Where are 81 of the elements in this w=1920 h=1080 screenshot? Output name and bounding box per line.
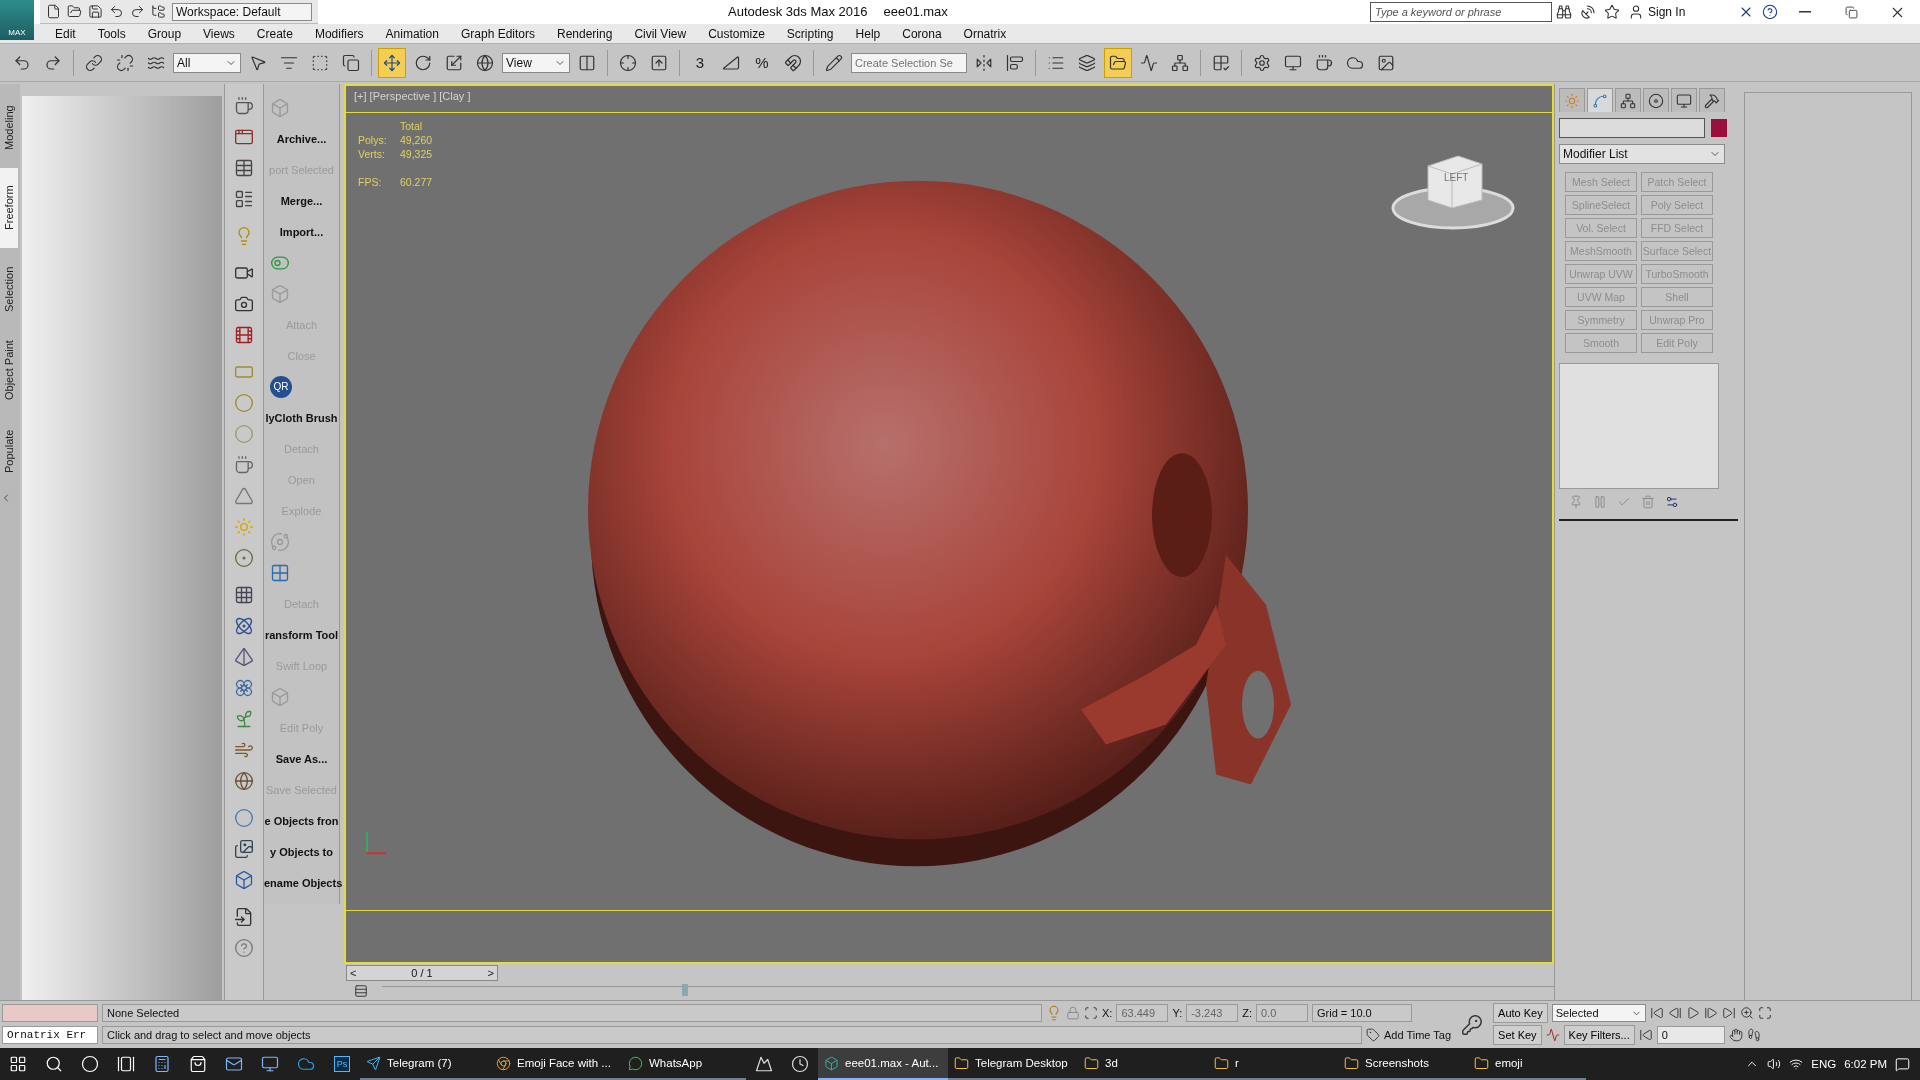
script-button[interactable]: Merge... — [264, 185, 339, 216]
menu-item[interactable]: Group — [136, 23, 193, 44]
taskbar-item[interactable]: 3d — [1078, 1048, 1208, 1080]
menu-item[interactable]: Rendering — [546, 23, 624, 44]
script-button[interactable]: Save As... — [264, 743, 339, 774]
file-name: eee01.max — [883, 4, 948, 19]
script-button[interactable]: y Objects to — [264, 836, 339, 867]
auto-key-button[interactable]: Auto Key — [1493, 1003, 1548, 1023]
stat-value: 49,260 — [400, 134, 433, 146]
script-button[interactable]: Archive... — [264, 123, 339, 154]
window-title: Autodesk 3ds Max 2016 — [728, 4, 868, 19]
grid-readout: Grid = 10.0 — [1312, 1004, 1412, 1022]
viewcube-label: LEFT — [1444, 172, 1469, 183]
key-mode-dropdown[interactable]: Selected — [1551, 1004, 1646, 1022]
frame-field[interactable]: 0 — [1656, 1026, 1725, 1044]
menu-item[interactable]: Edit — [44, 23, 87, 44]
taskbar-item[interactable]: Telegram (7) — [360, 1048, 490, 1080]
fps-label: FPS: — [358, 176, 383, 188]
add-time-tag-label[interactable]: Add Time Tag — [1384, 1029, 1452, 1041]
menu-item[interactable]: Scripting — [775, 23, 845, 44]
stat-value: 49,325 — [400, 148, 433, 160]
taskbar-item[interactable]: r — [1208, 1048, 1338, 1080]
frame-counter: 0 / 1 — [411, 967, 433, 979]
y-label: Y: — [1172, 1007, 1183, 1019]
script-field[interactable]: Ornatrix Err — [2, 1026, 98, 1044]
taskbar-item[interactable]: eee01.max - Aut... — [818, 1048, 948, 1080]
script-button[interactable]: e Objects fron — [264, 805, 339, 836]
ribbon-tab[interactable]: Selection — [0, 254, 18, 324]
menu-item[interactable]: Tools — [86, 23, 137, 44]
stat-label: Verts: — [358, 148, 386, 160]
sign-in-button[interactable]: Sign In — [1624, 1, 1734, 23]
language-indicator[interactable]: ENG — [1811, 1058, 1837, 1070]
taskbar-item[interactable]: WhatsApp — [622, 1048, 746, 1080]
next-frame-button[interactable]: > — [484, 966, 497, 980]
menu-item[interactable]: Ornatrix — [952, 23, 1018, 44]
taskbar-item[interactable]: emoji — [1468, 1048, 1586, 1080]
reference-dropdown[interactable]: View — [502, 52, 570, 73]
script-button[interactable]: ransform Tool — [264, 619, 339, 650]
ribbon-tab[interactable]: Freeform — [0, 168, 18, 248]
stats-header: Total — [400, 120, 424, 132]
script-button[interactable]: Import... — [264, 216, 339, 247]
menu-item[interactable]: Create — [245, 23, 304, 44]
stat-label: Polys: — [358, 134, 388, 146]
z-field[interactable]: 0.0 — [1256, 1004, 1308, 1022]
selection-filter-dropdown[interactable]: All — [173, 52, 241, 73]
menu-item[interactable]: Help — [844, 23, 892, 44]
ribbon-tab[interactable]: Object Paint — [0, 330, 18, 410]
ribbon-tab[interactable]: Modeling — [0, 94, 18, 162]
app-badge: Ps — [334, 1056, 350, 1072]
set-key-button[interactable]: Set Key — [1493, 1025, 1542, 1045]
percent-snap-button[interactable]: % — [748, 47, 776, 78]
menu-item[interactable]: Civil View — [623, 23, 698, 44]
menu-item[interactable]: Graph Editors — [449, 23, 546, 44]
x-field[interactable]: 63.449 — [1116, 1004, 1169, 1022]
selection-status: None Selected — [102, 1004, 1042, 1022]
taskbar-item[interactable]: Telegram Desktop — [948, 1048, 1078, 1080]
script-button[interactable]: lyCloth Brush — [264, 402, 339, 433]
ribbon-tab[interactable]: Populate — [0, 416, 18, 486]
workspace-dropdown[interactable]: Workspace: Default — [172, 2, 312, 21]
qr-badge[interactable]: QR — [270, 375, 292, 398]
key-filters-button[interactable]: Key Filters... — [1563, 1025, 1635, 1045]
modifier-list-dropdown[interactable]: Modifier List — [1559, 144, 1725, 164]
photoshop-button[interactable]: Ps — [324, 1048, 360, 1080]
search-field[interactable]: Type a keyword or phrase — [1370, 2, 1552, 22]
app-menu-button[interactable]: MAX — [0, 0, 34, 40]
snap-button[interactable]: 3 — [686, 47, 714, 78]
z-label: Z: — [1242, 1007, 1252, 1019]
menu-item[interactable]: Customize — [697, 23, 776, 44]
time-slider[interactable]: < 0 / 1 > — [346, 965, 498, 981]
menu-item[interactable]: Modifiers — [303, 23, 375, 44]
x-label: X: — [1102, 1007, 1113, 1019]
selection-set-field[interactable]: Create Selection Se — [851, 52, 967, 73]
menu-item[interactable]: Views — [192, 23, 246, 44]
menu-item[interactable]: Corona — [891, 23, 953, 44]
menu-item[interactable]: Animation — [374, 23, 450, 44]
y-field[interactable]: -3.243 — [1186, 1004, 1239, 1022]
fps-value: 60.277 — [400, 176, 433, 188]
clock[interactable]: 6:02 PM — [1844, 1058, 1887, 1070]
taskbar-item[interactable]: Emoji Face with ... — [490, 1048, 622, 1080]
previous-frame-button[interactable]: < — [347, 966, 360, 980]
taskbar-item[interactable]: Screenshots — [1338, 1048, 1468, 1080]
